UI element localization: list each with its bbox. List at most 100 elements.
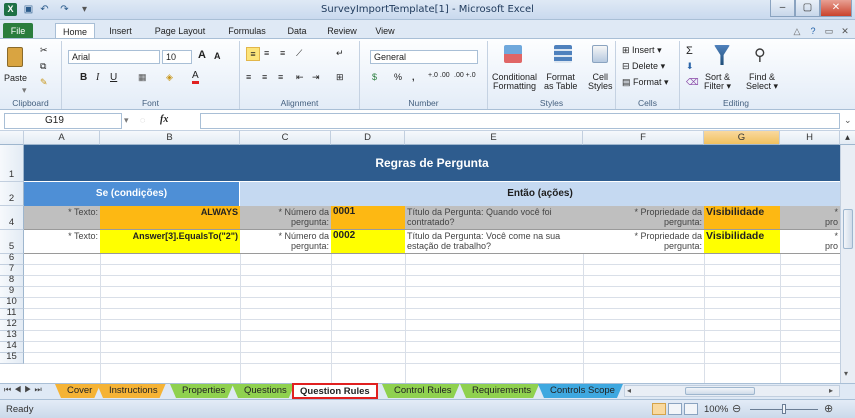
comma-button[interactable]: ,: [412, 72, 415, 82]
column-header-g[interactable]: G: [704, 131, 780, 145]
property-label-cell[interactable]: * Propriedade da pergunta:: [583, 206, 704, 230]
conditional-formatting-button[interactable]: Conditional Formatting: [492, 73, 537, 91]
format-painter-icon[interactable]: ✎: [40, 77, 48, 88]
expand-formula-bar-icon[interactable]: ⌄: [844, 115, 852, 126]
paste-button[interactable]: Paste: [4, 73, 27, 83]
orientation-icon[interactable]: ⟋: [296, 48, 302, 59]
worksheet-grid[interactable]: A B C D E F G H ▴ 1 2 4 5 6 7 8 9 10 11 …: [0, 131, 855, 383]
tab-home[interactable]: Home: [55, 23, 95, 39]
vertical-scrollbar[interactable]: ▾: [840, 145, 855, 383]
tab-view[interactable]: View: [370, 23, 400, 39]
formula-input[interactable]: [200, 113, 840, 129]
sort-filter-icon[interactable]: [714, 45, 730, 65]
sheet-tab-control-rules[interactable]: Control Rules: [382, 384, 460, 398]
sheet-tab-questions[interactable]: Questions: [232, 384, 295, 398]
format-cells-button[interactable]: ▤ Format ▾: [622, 77, 669, 88]
currency-button[interactable]: $: [372, 72, 377, 82]
align-left-icon[interactable]: ≡: [246, 72, 251, 82]
font-name-select[interactable]: Arial: [68, 50, 160, 64]
align-right-icon[interactable]: ≡: [278, 72, 283, 82]
zoom-in-icon[interactable]: ⊕: [824, 402, 833, 415]
sheet-tab-cover[interactable]: Cover: [55, 384, 100, 398]
grow-font-button[interactable]: A: [198, 49, 206, 61]
maximize-button[interactable]: ▢: [795, 0, 820, 17]
normal-view-icon[interactable]: [652, 403, 666, 415]
property-value-cell[interactable]: Visibilidade: [704, 230, 780, 254]
shrink-font-button[interactable]: A: [214, 51, 221, 61]
fill-icon[interactable]: ⬇: [686, 61, 694, 72]
tab-formulas[interactable]: Formulas: [222, 23, 272, 39]
italic-button[interactable]: I: [96, 72, 99, 83]
tab-insert[interactable]: Insert: [103, 23, 138, 39]
font-size-select[interactable]: 10: [162, 50, 192, 64]
property-label-cell[interactable]: * Propriedade da pergunta:: [583, 230, 704, 254]
insert-function-button[interactable]: fx: [160, 114, 168, 125]
bold-button[interactable]: B: [80, 72, 87, 83]
tab-data[interactable]: Data: [282, 23, 312, 39]
property-value-cell[interactable]: Visibilidade: [704, 206, 780, 230]
copy-icon[interactable]: ⧉: [40, 61, 46, 72]
insert-cells-button[interactable]: ⊞ Insert ▾: [622, 45, 662, 56]
autosum-button[interactable]: Σ: [686, 45, 693, 57]
scroll-up-icon[interactable]: ▴: [840, 131, 855, 145]
fill-color-icon[interactable]: ◈: [166, 72, 173, 83]
decrease-indent-icon[interactable]: ⇤: [296, 72, 304, 83]
row-header[interactable]: 5: [0, 230, 24, 254]
sheet-tab-requirements[interactable]: Requirements: [460, 384, 539, 398]
sheet-nav-arrows-icon[interactable]: ⏮◀▶⏭: [4, 385, 45, 395]
align-center-icon[interactable]: ≡: [262, 72, 267, 82]
column-header-a[interactable]: A: [24, 131, 100, 145]
sheet-tab-properties[interactable]: Properties: [170, 384, 233, 398]
increase-indent-icon[interactable]: ⇥: [312, 72, 320, 83]
zoom-slider-thumb[interactable]: [782, 404, 786, 414]
font-color-button[interactable]: A: [192, 71, 199, 84]
format-as-table-button[interactable]: Format as Table: [544, 73, 577, 91]
column-header-e[interactable]: E: [405, 131, 583, 145]
close-workbook-icon[interactable]: ✕: [838, 23, 852, 39]
row-header[interactable]: 2: [0, 182, 24, 206]
horizontal-scrollbar[interactable]: ◂ ▸: [624, 385, 840, 397]
close-button[interactable]: ✕: [820, 0, 852, 17]
then-actions-header[interactable]: Então (ações): [240, 182, 840, 206]
minimize-button[interactable]: –: [770, 0, 795, 17]
condition-label-cell[interactable]: * Texto:: [24, 230, 100, 254]
row-header[interactable]: 15: [0, 351, 24, 364]
row-header[interactable]: 1: [0, 145, 24, 182]
tab-page-layout[interactable]: Page Layout: [150, 23, 210, 39]
borders-icon[interactable]: ▦: [138, 72, 147, 83]
number-format-select[interactable]: General: [370, 50, 478, 64]
scroll-left-icon[interactable]: ◂: [627, 386, 631, 395]
column-header-d[interactable]: D: [331, 131, 405, 145]
question-number-value-cell[interactable]: 0002: [331, 230, 405, 254]
sheet-tab-question-rules[interactable]: Question Rules: [292, 383, 378, 399]
zoom-level[interactable]: 100%: [704, 404, 728, 415]
increase-decimal-button[interactable]: +.0 .00: [428, 72, 450, 79]
page-break-view-icon[interactable]: [684, 403, 698, 415]
cut-icon[interactable]: ✂: [40, 45, 48, 56]
question-title-cell[interactable]: Título da Pergunta: Você come na sua esta…: [405, 230, 583, 254]
column-header-c[interactable]: C: [240, 131, 331, 145]
decrease-decimal-button[interactable]: .00 +.0: [454, 72, 476, 79]
condition-value-cell[interactable]: Answer[3].EqualsTo("2"): [100, 230, 240, 254]
find-select-button[interactable]: Find & Select ▾: [746, 73, 778, 91]
name-box-dropdown-icon[interactable]: ▾: [124, 115, 129, 126]
restore-window-icon[interactable]: ▭: [822, 23, 836, 39]
vertical-scroll-thumb[interactable]: [843, 209, 853, 249]
wrap-text-icon[interactable]: ↵: [336, 48, 344, 59]
question-number-value-cell[interactable]: 0001: [331, 206, 405, 230]
format-as-table-icon[interactable]: [554, 45, 572, 63]
align-bottom-icon[interactable]: ≡: [280, 48, 285, 58]
align-top-icon[interactable]: ≡: [246, 47, 260, 61]
question-title-cell[interactable]: Título da Pergunta: Quando você foi contr…: [405, 206, 583, 230]
sheet-tab-controls-scope[interactable]: Controls Scope: [538, 384, 623, 398]
page-layout-view-icon[interactable]: [668, 403, 682, 415]
question-number-label-cell[interactable]: * Número da pergunta:: [240, 206, 331, 230]
tab-file[interactable]: File: [3, 23, 33, 39]
row-header[interactable]: 4: [0, 206, 24, 230]
merge-center-icon[interactable]: ⊞: [336, 72, 344, 83]
name-box[interactable]: G19: [4, 113, 122, 129]
sort-filter-button[interactable]: Sort & Filter ▾: [704, 73, 731, 91]
delete-cells-button[interactable]: ⊟ Delete ▾: [622, 61, 665, 72]
scroll-right-icon[interactable]: ▸: [829, 386, 833, 395]
underline-button[interactable]: U: [110, 72, 117, 83]
